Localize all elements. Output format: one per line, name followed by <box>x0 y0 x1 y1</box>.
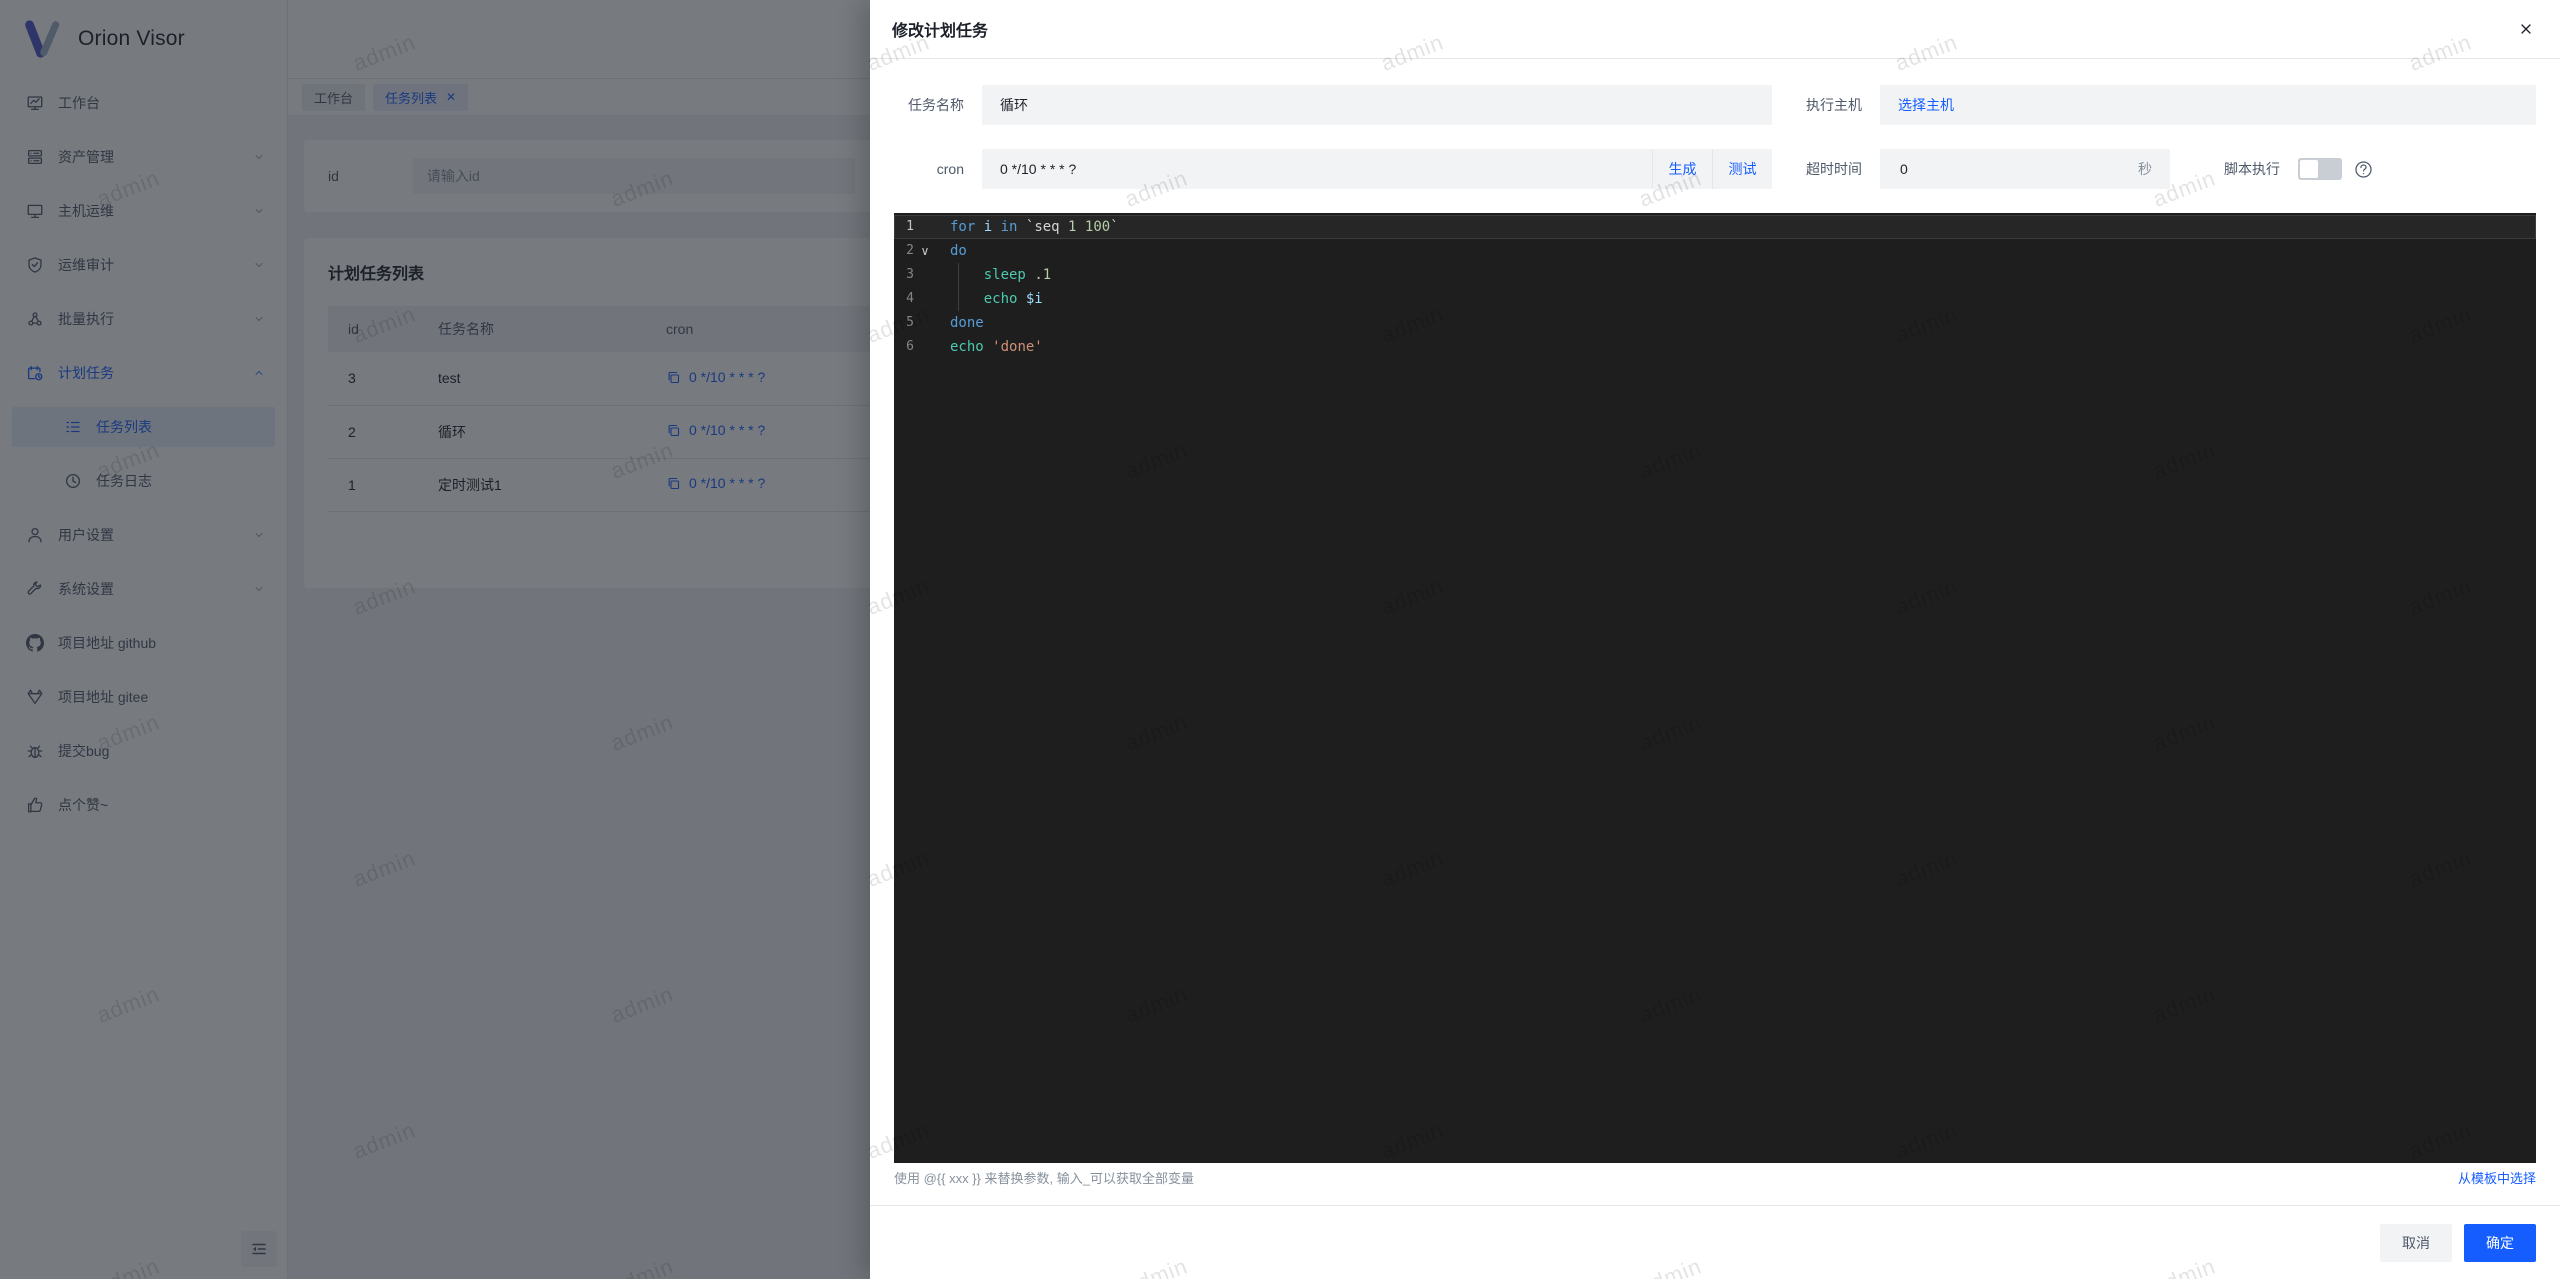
close-icon[interactable] <box>2518 21 2534 37</box>
line-number: 6 <box>906 339 914 354</box>
fold-icon[interactable]: ∨ <box>914 239 936 263</box>
form-row-1: 任务名称 执行主机 选择主机 <box>894 85 2536 125</box>
exec-host-label: 执行主机 <box>1806 97 1862 113</box>
edit-task-modal: 修改计划任务 任务名称 执行主机 选择主机 cron 生成 测试 超时时间 <box>870 0 2560 1279</box>
code-lines: 1 for i in `seq 1 100` 2 ∨ do 3 sleep .1 4 ech… <box>894 215 2536 359</box>
ok-button[interactable]: 确定 <box>2464 1223 2536 1262</box>
fold-gutter <box>914 335 936 359</box>
cron-input[interactable] <box>982 149 1652 189</box>
code-text: for i in `seq 1 100` <box>950 219 1119 235</box>
code-text: do <box>950 243 967 259</box>
line-number: 3 <box>906 267 914 282</box>
code-line-4: 4 echo $i <box>894 287 2536 311</box>
code-text: echo $i <box>983 291 1043 307</box>
timeout-field: 秒 <box>1880 149 2170 189</box>
modal-title: 修改计划任务 <box>892 23 989 40</box>
fold-gutter <box>914 287 936 311</box>
form-row-2: cron 生成 测试 超时时间 秒 脚本执行 <box>894 149 2536 189</box>
fold-gutter <box>914 311 936 335</box>
indent-guide <box>958 263 959 311</box>
select-host-link[interactable]: 选择主机 <box>1898 95 1954 115</box>
fold-gutter <box>914 263 936 287</box>
toggle-knob <box>2300 160 2318 178</box>
code-line-2: 2 ∨ do <box>894 239 2536 263</box>
script-exec-toggle[interactable] <box>2298 158 2342 180</box>
cron-input-group: 生成 测试 <box>982 149 1772 189</box>
code-line-5: 5 done <box>894 311 2536 335</box>
code-text: done <box>950 315 984 331</box>
select-from-template-link[interactable]: 从模板中选择 <box>2458 1168 2536 1187</box>
line-number: 4 <box>906 291 914 306</box>
cron-generate-button[interactable]: 生成 <box>1652 149 1712 189</box>
script-exec-label: 脚本执行 <box>2224 161 2280 177</box>
task-name-label: 任务名称 <box>908 97 964 113</box>
line-number: 5 <box>906 315 914 330</box>
modal-footer: 取消 确定 <box>870 1205 2560 1279</box>
modal-body: 任务名称 执行主机 选择主机 cron 生成 测试 超时时间 秒 脚本执行 <box>870 59 2560 1187</box>
line-number: 2 <box>906 243 914 258</box>
cron-test-button[interactable]: 测试 <box>1712 149 1772 189</box>
code-text: echo 'done' <box>950 339 1043 355</box>
help-icon[interactable] <box>2354 160 2373 179</box>
parameter-hint: 使用 @{{ xxx }} 来替换参数, 输入_可以获取全部变量 <box>894 1171 1194 1186</box>
script-editor[interactable]: 1 for i in `seq 1 100` 2 ∨ do 3 sleep .1 4 ech… <box>894 213 2536 1163</box>
modal-header: 修改计划任务 <box>870 0 2560 59</box>
line-number: 1 <box>906 219 914 234</box>
exec-host-field: 选择主机 <box>1880 85 2536 125</box>
code-line-6: 6 echo 'done' <box>894 335 2536 359</box>
task-name-input[interactable] <box>982 85 1772 125</box>
editor-hint-row: 使用 @{{ xxx }} 来替换参数, 输入_可以获取全部变量 从模板中选择 <box>894 1168 2536 1187</box>
timeout-label: 超时时间 <box>1806 161 1862 177</box>
timeout-unit: 秒 <box>2138 161 2152 177</box>
timeout-input[interactable] <box>1898 160 2138 178</box>
cron-label: cron <box>936 161 964 177</box>
code-line-3: 3 sleep .1 <box>894 263 2536 287</box>
code-line-1: 1 for i in `seq 1 100` <box>894 215 2536 239</box>
fold-gutter <box>914 215 936 239</box>
cancel-button[interactable]: 取消 <box>2380 1223 2452 1262</box>
code-text: sleep .1 <box>983 267 1052 283</box>
